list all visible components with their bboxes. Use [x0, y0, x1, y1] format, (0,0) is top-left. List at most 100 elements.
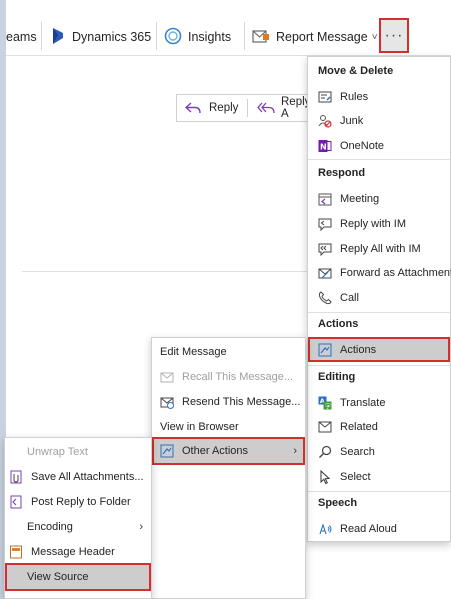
menu-item-reply-all-with-im[interactable]: Reply All with IM: [308, 236, 450, 261]
menu-item-label: Meeting: [340, 192, 380, 205]
related-icon: [318, 420, 332, 434]
section-move-delete: Move & Delete: [318, 65, 394, 77]
chevron-right-icon: ›: [139, 520, 143, 533]
menu-item-reply-with-im[interactable]: Reply with IM: [308, 211, 450, 236]
menu-item-save-all-attachments[interactable]: Save All Attachments...: [5, 464, 151, 489]
menu-item-label: Message Header: [31, 545, 115, 558]
report-message-label: Report Message: [276, 30, 368, 44]
menu-item-label: Rules: [340, 90, 369, 103]
section-editing: Editing: [318, 371, 356, 383]
menu-item-label: Read Aloud: [340, 522, 397, 535]
menu-item-label: Edit Message: [160, 345, 227, 358]
more-dots-icon: ···: [384, 26, 404, 44]
chevron-right-icon: ›: [293, 445, 297, 457]
menu-item-select[interactable]: Select: [308, 464, 450, 489]
rules-icon: [318, 90, 332, 104]
toolbar-divider: [41, 22, 42, 50]
menu-item-label: OneNote: [340, 139, 385, 152]
menu-item-label: Reply All with IM: [340, 242, 421, 255]
reply-arrow-icon: [185, 102, 201, 114]
post-reply-icon: [9, 495, 23, 509]
menu-item-translate[interactable]: A字 Translate: [308, 390, 450, 415]
menu-item-resend-message[interactable]: Resend This Message...: [152, 389, 305, 414]
menu-item-related[interactable]: Related: [308, 414, 450, 439]
menu-item-label: View Source: [27, 571, 89, 583]
menu-item-onenote[interactable]: N OneNote: [308, 133, 450, 158]
meeting-icon: [318, 192, 332, 206]
toolbar-divider: [244, 22, 245, 50]
ribbon-toolbar: eams Dynamics 365 Insights Report Messag…: [6, 0, 451, 56]
menu-item-label: View in Browser: [160, 420, 239, 433]
menu-item-label: Search: [340, 445, 375, 458]
dynamics-365-label: Dynamics 365: [72, 30, 152, 44]
menu-item-recall-message[interactable]: Recall This Message...: [152, 364, 305, 389]
chevron-down-icon: ˅: [371, 31, 378, 43]
section-actions: Actions: [318, 318, 359, 330]
menu-item-view-in-browser[interactable]: View in Browser: [152, 414, 305, 439]
onenote-icon: N: [318, 139, 332, 153]
menu-item-rules[interactable]: Rules: [308, 84, 450, 109]
insights-button[interactable]: Insights: [164, 22, 231, 52]
message-divider: [22, 271, 312, 272]
menu-item-label: Reply with IM: [340, 217, 407, 230]
other-actions-submenu: Unwrap Text Save All Attachments... Post…: [4, 437, 152, 599]
reply-bar: Reply Reply A: [176, 94, 316, 122]
menu-item-label: Related: [340, 420, 378, 433]
report-message-icon: [252, 28, 270, 47]
reply-button[interactable]: Reply: [185, 95, 238, 121]
read-aloud-icon: [318, 522, 332, 536]
menu-item-read-aloud[interactable]: Read Aloud: [308, 516, 450, 541]
cursor-arrow-icon: [318, 469, 332, 484]
message-header-icon: [9, 545, 23, 559]
reply-im-icon: [318, 217, 332, 231]
menu-item-unwrap-text[interactable]: Unwrap Text: [5, 439, 151, 464]
menu-item-search[interactable]: Search: [308, 439, 450, 464]
other-actions-icon: [160, 444, 174, 458]
menu-item-view-source[interactable]: View Source: [5, 563, 151, 591]
menu-item-label: Recall This Message...: [182, 370, 294, 383]
menu-item-label: Other Actions: [182, 445, 249, 457]
phone-icon: [318, 290, 332, 305]
teams-button[interactable]: eams: [6, 22, 37, 52]
menu-item-label: Actions: [340, 343, 377, 356]
menu-item-message-header[interactable]: Message Header: [5, 539, 151, 564]
menu-item-label: Resend This Message...: [182, 395, 301, 408]
translate-icon: A字: [318, 396, 332, 410]
svg-text:N: N: [320, 142, 327, 151]
actions-icon: [318, 343, 332, 357]
menu-item-junk[interactable]: Junk: [308, 108, 450, 133]
menu-divider: [308, 159, 450, 160]
reply-divider: [247, 99, 248, 117]
menu-item-actions[interactable]: Actions: [308, 337, 450, 362]
menu-item-label: Translate: [340, 396, 386, 409]
menu-item-encoding[interactable]: Encoding ›: [5, 514, 151, 539]
recall-icon: [160, 370, 174, 384]
forward-attachment-icon: [318, 266, 332, 280]
menu-item-label: Forward as Attachment: [340, 266, 451, 279]
insights-icon: [164, 27, 182, 48]
resend-icon: [160, 395, 174, 409]
toolbar-divider: [156, 22, 157, 50]
menu-item-label: Save All Attachments...: [31, 470, 144, 483]
menu-item-other-actions[interactable]: Other Actions ›: [152, 437, 305, 465]
section-respond: Respond: [318, 167, 366, 179]
dynamics-365-icon: [50, 27, 66, 48]
dynamics-365-button[interactable]: Dynamics 365: [50, 22, 151, 52]
menu-item-call[interactable]: Call: [308, 285, 450, 310]
menu-item-edit-message[interactable]: Edit Message: [152, 339, 305, 364]
menu-item-meeting[interactable]: Meeting: [308, 186, 450, 211]
more-options-button[interactable]: ···: [379, 18, 409, 53]
search-icon: [318, 445, 332, 459]
menu-item-label: Unwrap Text: [27, 445, 88, 458]
actions-submenu: Edit Message Recall This Message... Rese…: [151, 337, 306, 599]
insights-label: Insights: [188, 30, 232, 44]
teams-label: eams: [6, 30, 37, 44]
save-attachments-icon: [9, 470, 23, 484]
junk-icon: [318, 114, 332, 128]
report-message-button[interactable]: Report Message ˅: [252, 22, 378, 52]
menu-item-forward-as-attachment[interactable]: Forward as Attachment: [308, 260, 451, 285]
reply-all-arrow-icon: [257, 102, 275, 114]
more-options-menu: Move & Delete Rules Junk N OneNote Respo…: [307, 56, 451, 542]
reply-label: Reply: [209, 102, 239, 114]
menu-item-post-reply-to-folder[interactable]: Post Reply to Folder: [5, 489, 151, 514]
